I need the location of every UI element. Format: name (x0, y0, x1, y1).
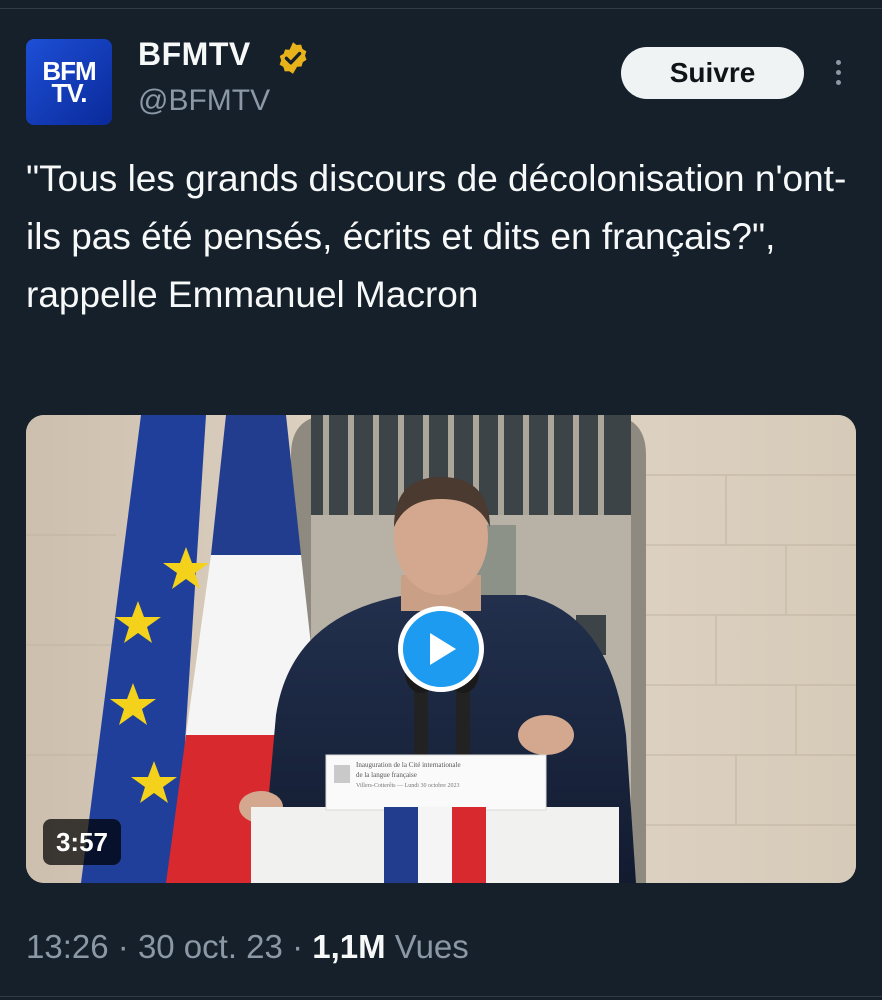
views-label: Vues (394, 928, 469, 965)
video-duration: 3:57 (43, 819, 121, 865)
logo-text-line2: TV. (51, 78, 87, 108)
lectern-text-3: Villers-Cotterêts — Lundi 30 octobre 202… (356, 783, 459, 789)
follow-button[interactable]: Suivre (621, 47, 804, 99)
avatar[interactable]: BFM TV. (26, 39, 112, 125)
tweet-time[interactable]: 13:26 (26, 928, 109, 965)
play-button[interactable] (398, 606, 484, 692)
meta-separator: · (117, 928, 129, 965)
account-name[interactable]: BFMTV (138, 36, 251, 73)
verified-badge-icon (279, 42, 307, 74)
views-count[interactable]: 1,1M (312, 928, 385, 965)
tweet-meta: 13:26 · 30 oct. 23 · 1,1M Vues (26, 928, 469, 966)
lectern-text-2: de la langue française (356, 771, 417, 779)
play-icon (430, 633, 456, 665)
account-handle[interactable]: @BFMTV (138, 84, 270, 118)
lectern-text-1: Inauguration de la Cité internationale (356, 761, 461, 769)
bottom-divider (0, 996, 882, 997)
meta-separator: · (292, 928, 304, 965)
more-options-icon[interactable] (826, 60, 850, 90)
tweet-date[interactable]: 30 oct. 23 (138, 928, 283, 965)
top-divider (0, 8, 882, 9)
tweet-text: "Tous les grands discours de décolonisat… (26, 158, 847, 315)
